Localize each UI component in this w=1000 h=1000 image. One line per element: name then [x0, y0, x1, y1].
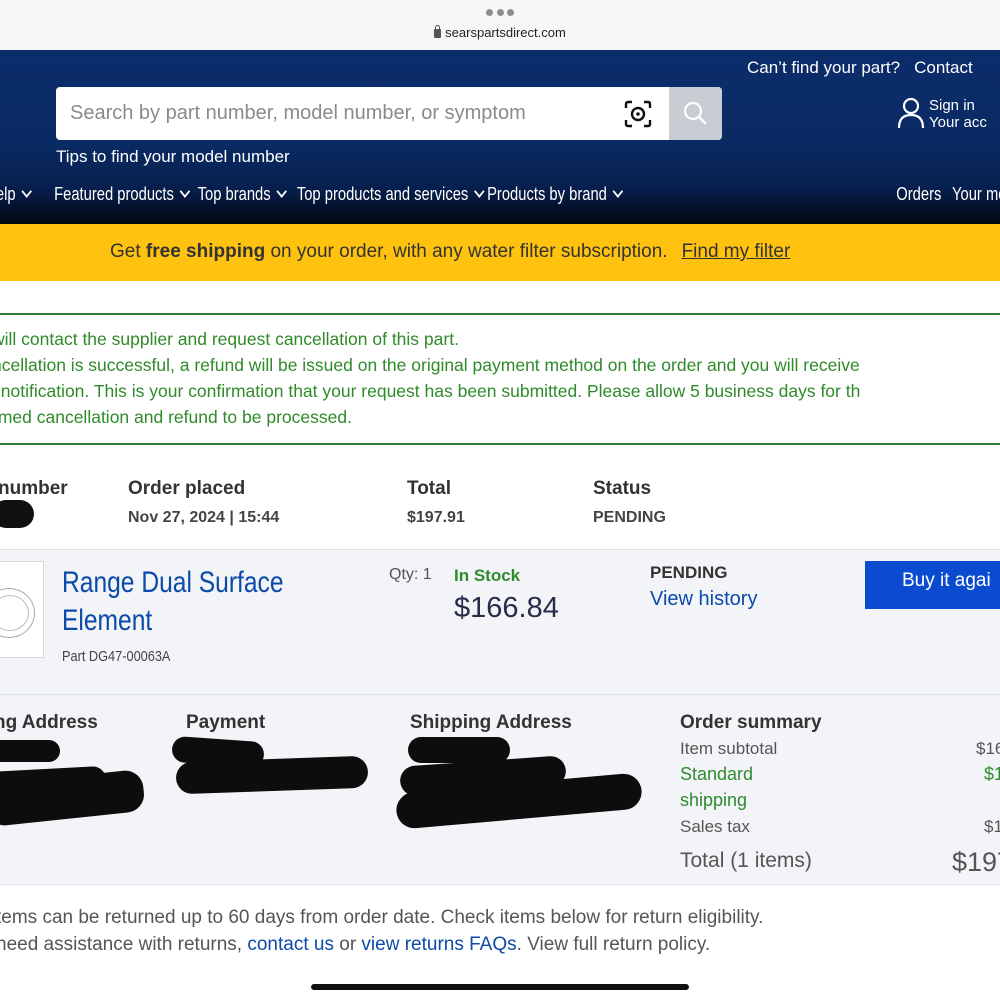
promo-text: on your order, with any water filter sub… — [265, 241, 668, 262]
contact-link[interactable]: Contact — [914, 58, 973, 77]
nav-orders[interactable]: Orders — [896, 184, 941, 205]
nav-products-by-brand[interactable]: Products by brand — [487, 184, 624, 205]
order-placed-label: Order placed — [128, 478, 246, 499]
sales-tax-value: $1 — [984, 817, 1000, 836]
shipping-value: $1 — [984, 764, 1000, 784]
shipping-label-2: shipping — [680, 790, 748, 810]
promo-prefix: Get — [110, 241, 146, 262]
subtotal-value: $16 — [976, 739, 1000, 758]
contact-us-link[interactable]: contact us — [247, 934, 334, 955]
payment-heading: Payment — [186, 712, 266, 733]
chevron-down-icon — [474, 185, 485, 198]
main-nav: elp Featured products Top brands Top pro… — [0, 184, 1000, 208]
find-my-filter-link[interactable]: Find my filter — [682, 241, 791, 262]
returns-faq-link[interactable]: view returns FAQs — [361, 934, 516, 955]
sign-in-label: Sign in — [929, 97, 975, 114]
nav-featured-products-label: Featured products — [54, 184, 174, 204]
camera-scan-icon[interactable] — [624, 100, 652, 128]
order-status: Status PENDING — [593, 478, 666, 527]
order-total: Total $197.91 — [407, 478, 465, 527]
nav-top-brands-label: Top brands — [197, 184, 271, 204]
chevron-down-icon — [179, 185, 191, 198]
search-bar: Search by part number, model number, or … — [56, 87, 722, 140]
chevron-down-icon — [21, 185, 32, 198]
part-number: Part DG47-00063A — [62, 648, 171, 665]
stock-status: In Stock — [454, 566, 521, 585]
top-links: Can’t find your part? Contact — [747, 58, 987, 78]
nav-top-products-services[interactable]: Top products and services — [296, 184, 485, 205]
your-account-label: Your acc — [929, 114, 987, 131]
order-number-label: number — [0, 478, 68, 499]
nav-help[interactable]: elp — [0, 184, 32, 205]
redacted-billing — [0, 740, 60, 762]
search-icon — [683, 101, 707, 125]
product-image[interactable] — [0, 561, 44, 658]
order-status-label: Status — [593, 478, 652, 499]
more-dots-icon[interactable] — [486, 9, 514, 17]
nav-top-products-services-label: Top products and services — [296, 184, 469, 204]
returns-help-prefix: need assistance with returns, — [0, 934, 248, 955]
tips-link[interactable]: Tips to find your model number — [56, 147, 290, 167]
user-icon — [897, 97, 925, 129]
quantity: Qty: 1 — [389, 566, 432, 583]
order-total-label: Total — [407, 478, 451, 499]
nav-help-label: elp — [0, 184, 16, 204]
chevron-down-icon — [276, 185, 287, 198]
order-placed: Order placed Nov 27, 2024 | 15:44 — [128, 478, 279, 527]
address-bar[interactable]: searspartsdirect.com — [0, 25, 1000, 40]
nav-top-brands[interactable]: Top brands — [197, 184, 287, 205]
order-item: Range Dual Surface Element Part DG47-000… — [0, 549, 1000, 695]
order-total-value: $197.91 — [407, 509, 465, 526]
notice-line-2: ncellation is successful, a refund will … — [0, 355, 860, 375]
notice-line-4: rmed cancellation and refund to be proce… — [0, 407, 352, 427]
summary-total-value: $197 — [952, 847, 1000, 877]
redacted-payment — [175, 755, 369, 795]
nav-products-by-brand-label: Products by brand — [487, 184, 607, 204]
order-details: ng Address Payment Shipping Address Orde… — [0, 695, 1000, 885]
view-history-link[interactable]: View history — [650, 588, 757, 611]
home-indicator[interactable] — [311, 984, 689, 990]
search-input[interactable]: Search by part number, model number, or … — [70, 102, 526, 125]
sales-tax-label: Sales tax — [680, 817, 750, 836]
item-status: PENDING — [650, 563, 728, 582]
notice-line-3: l notification. This is your confirmatio… — [0, 381, 861, 401]
site-header: Can’t find your part? Contact Search by p… — [0, 50, 1000, 224]
notice-line-1: will contact the supplier and request ca… — [0, 329, 459, 349]
search-button[interactable] — [669, 87, 722, 140]
product-name-link[interactable]: Range Dual Surface Element — [62, 564, 300, 640]
browser-chrome: searspartsdirect.com — [0, 0, 1000, 50]
subtotal-label: Item subtotal — [680, 739, 778, 758]
promo-banner: Get free shipping on your order, with an… — [0, 224, 1000, 281]
returns-help: need assistance with returns, contact us… — [0, 934, 710, 956]
promo-bold: free shipping — [145, 241, 266, 262]
returns-or: or — [333, 934, 362, 955]
billing-address-heading: ng Address — [0, 712, 98, 733]
nav-your-models[interactable]: Your mo — [952, 184, 1000, 205]
redacted-order-number — [0, 500, 34, 528]
order-status-value: PENDING — [593, 509, 666, 526]
shipping-label-1: Standard — [680, 764, 754, 784]
order-placed-value: Nov 27, 2024 | 15:44 — [128, 509, 280, 526]
shipping-address-heading: Shipping Address — [410, 712, 572, 733]
cant-find-part-link[interactable]: Can’t find your part? — [747, 58, 900, 77]
buy-again-button[interactable]: Buy it agai — [865, 561, 1000, 609]
cancellation-notice: will contact the supplier and request ca… — [0, 313, 1000, 445]
url-text: searspartsdirect.com — [445, 25, 566, 40]
returns-policy-text: . View full return policy. — [516, 934, 711, 955]
order-summary-heading: Order summary — [680, 712, 822, 733]
chevron-down-icon — [612, 185, 624, 198]
summary-total-label: Total (1 items) — [680, 849, 812, 872]
order-number: number — [0, 478, 68, 500]
returns-info: tems can be returned up to 60 days from … — [0, 907, 764, 928]
item-price: $166.84 — [454, 592, 559, 624]
lock-icon — [434, 25, 442, 38]
nav-featured-products[interactable]: Featured products — [54, 184, 191, 205]
